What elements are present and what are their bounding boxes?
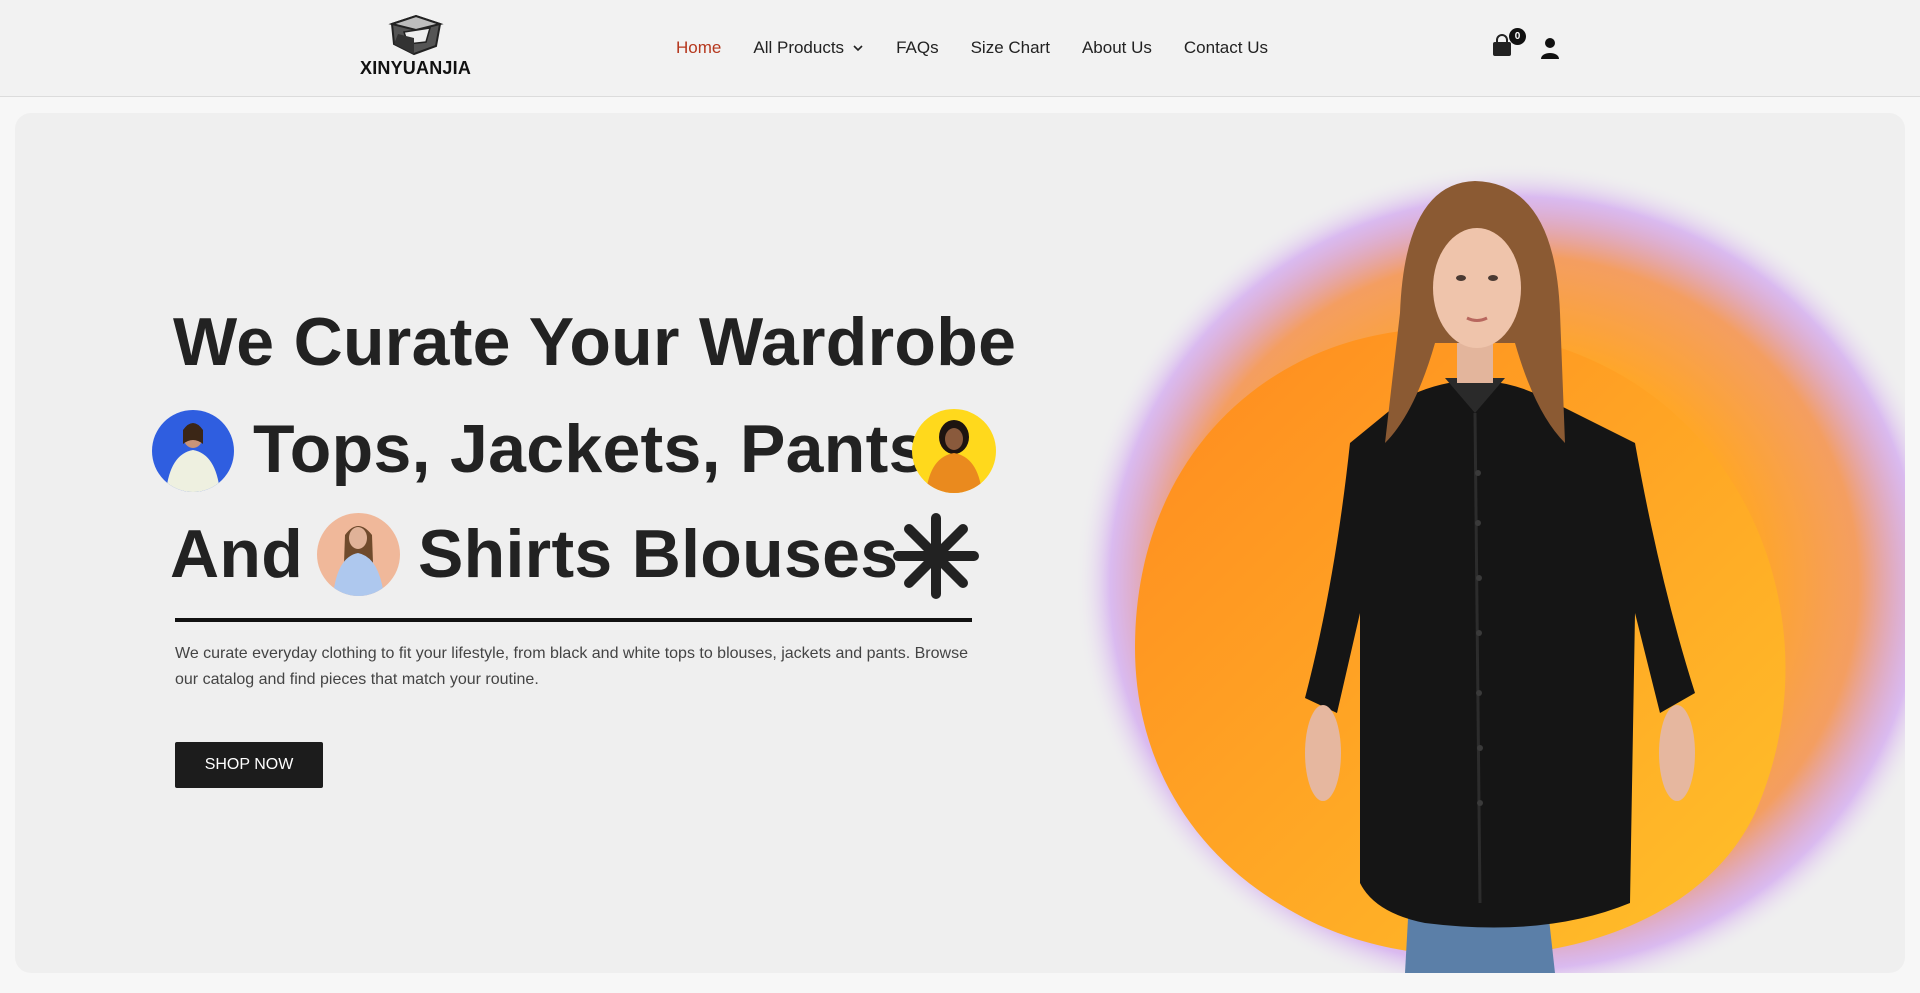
hero-model-image: [1075, 163, 1905, 973]
nav-item-faqs[interactable]: FAQs: [896, 38, 939, 58]
site-header: XINYUANJIA Home All Products FAQs Size C…: [0, 0, 1920, 97]
brand-logo[interactable]: XINYUANJIA: [360, 14, 472, 84]
shop-now-button[interactable]: SHOP NOW: [175, 742, 323, 788]
hero-headline-line-2: Tops, Jackets, Pants: [253, 411, 927, 487]
hero-headline-line-1: We Curate Your Wardrobe: [173, 304, 1017, 380]
headline-underline: [175, 618, 972, 622]
nav-item-home[interactable]: Home: [676, 38, 721, 58]
model-thumbnail-orange-top: [912, 409, 996, 493]
cart-count-badge: 0: [1509, 28, 1526, 45]
nav-item-all-products[interactable]: All Products: [753, 38, 864, 58]
hero-section: We Curate Your Wardrobe Tops, Jackets, P…: [15, 113, 1905, 973]
folded-cube-logo-icon: [388, 14, 444, 56]
hero-headline-line-3-end: Shirts Blouses: [418, 516, 899, 592]
nav-item-contact-us[interactable]: Contact Us: [1184, 38, 1268, 58]
user-icon[interactable]: [1540, 37, 1560, 59]
chevron-down-icon: [853, 45, 863, 52]
hero-description: We curate everyday clothing to fit your …: [175, 645, 968, 688]
model-thumbnail-white-blouse: [152, 410, 234, 492]
asterisk-icon: [893, 513, 979, 599]
nav-item-about-us[interactable]: About Us: [1082, 38, 1152, 58]
model-thumbnail-blue-shirt: [317, 513, 400, 596]
nav-item-label: All Products: [753, 38, 845, 57]
hero-headline-line-3-start: And: [170, 516, 304, 592]
nav-item-size-chart[interactable]: Size Chart: [971, 38, 1050, 58]
brand-name: XINYUANJIA: [360, 58, 472, 78]
main-nav: Home All Products FAQs Size Chart About …: [676, 38, 1300, 58]
